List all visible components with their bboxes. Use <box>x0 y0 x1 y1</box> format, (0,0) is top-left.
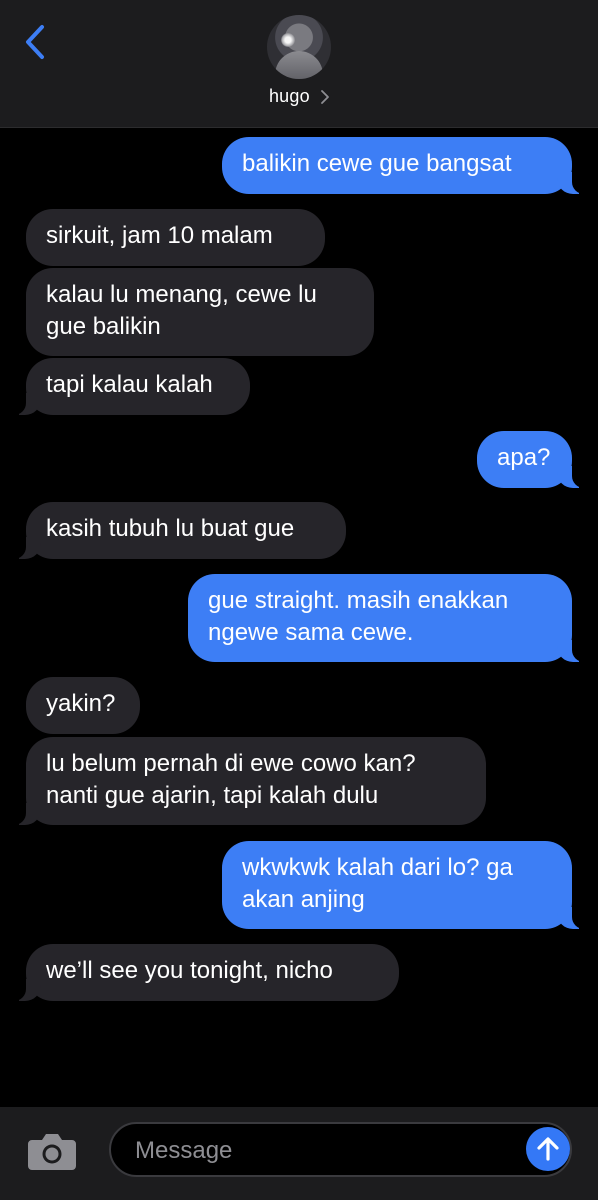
message-bubble-outgoing[interactable]: balikin cewe gue bangsat <box>222 137 585 194</box>
message-bubble-outgoing[interactable]: gue straight. masih enakkan ngewe sama c… <box>188 574 585 662</box>
message-text: kasih tubuh lu buat gue <box>46 515 295 542</box>
message-bubble-incoming[interactable]: lu belum pernah di ewe cowo kan? nanti g… <box>13 737 486 825</box>
message-thread: balikin cewe gue bangsat sirkuit, jam 10… <box>0 127 598 1107</box>
message-text: ngewe sama cewe. <box>208 619 414 646</box>
message-text: akan anjing <box>242 886 365 913</box>
send-button[interactable] <box>526 1127 570 1171</box>
conversation-header: hugo <box>0 0 598 128</box>
message-text: gue balikin <box>46 313 161 340</box>
message-bubble-outgoing[interactable]: wkwkwk kalah dari lo? ga akan anjing <box>222 841 585 929</box>
message-text: balikin cewe gue bangsat <box>242 150 512 177</box>
chevron-right-icon <box>321 90 329 105</box>
message-input[interactable] <box>133 1124 517 1177</box>
contact-avatar[interactable] <box>267 15 331 79</box>
message-composer <box>0 1107 598 1200</box>
message-input-container <box>109 1122 572 1177</box>
message-bubble-incoming[interactable]: kalau lu menang, cewe lu gue balikin <box>26 268 374 356</box>
message-text: lu belum pernah di ewe cowo kan? <box>46 750 416 777</box>
message-text: nanti gue ajarin, tapi kalah dulu <box>46 782 379 809</box>
camera-icon <box>28 1134 76 1170</box>
contact-name-row[interactable]: hugo <box>0 86 598 107</box>
avatar-flash <box>281 33 295 47</box>
message-text: yakin? <box>46 690 116 717</box>
message-bubble-incoming[interactable]: we’ll see you tonight, nicho <box>13 944 399 1001</box>
message-bubble-incoming[interactable]: kasih tubuh lu buat gue <box>13 502 346 559</box>
message-text: wkwkwk kalah dari lo? ga <box>242 854 513 881</box>
back-button[interactable] <box>18 22 52 62</box>
camera-button[interactable] <box>26 1125 78 1177</box>
contact-name: hugo <box>268 86 310 106</box>
message-text: apa? <box>497 444 551 471</box>
message-bubble-incoming[interactable]: yakin? <box>26 677 140 734</box>
message-bubble-incoming[interactable]: sirkuit, jam 10 malam <box>26 209 325 266</box>
chevron-left-icon <box>26 25 44 59</box>
message-text: sirkuit, jam 10 malam <box>46 222 273 249</box>
arrow-up-icon <box>537 1137 559 1161</box>
avatar-figure <box>275 51 323 79</box>
message-text: tapi kalau kalah <box>46 371 213 398</box>
message-text: kalau lu menang, cewe lu <box>46 281 317 308</box>
message-bubble-incoming[interactable]: tapi kalau kalah <box>13 358 250 415</box>
message-text: we’ll see you tonight, nicho <box>46 957 333 984</box>
message-text: gue straight. masih enakkan <box>208 587 509 614</box>
message-bubble-outgoing[interactable]: apa? <box>477 431 585 488</box>
